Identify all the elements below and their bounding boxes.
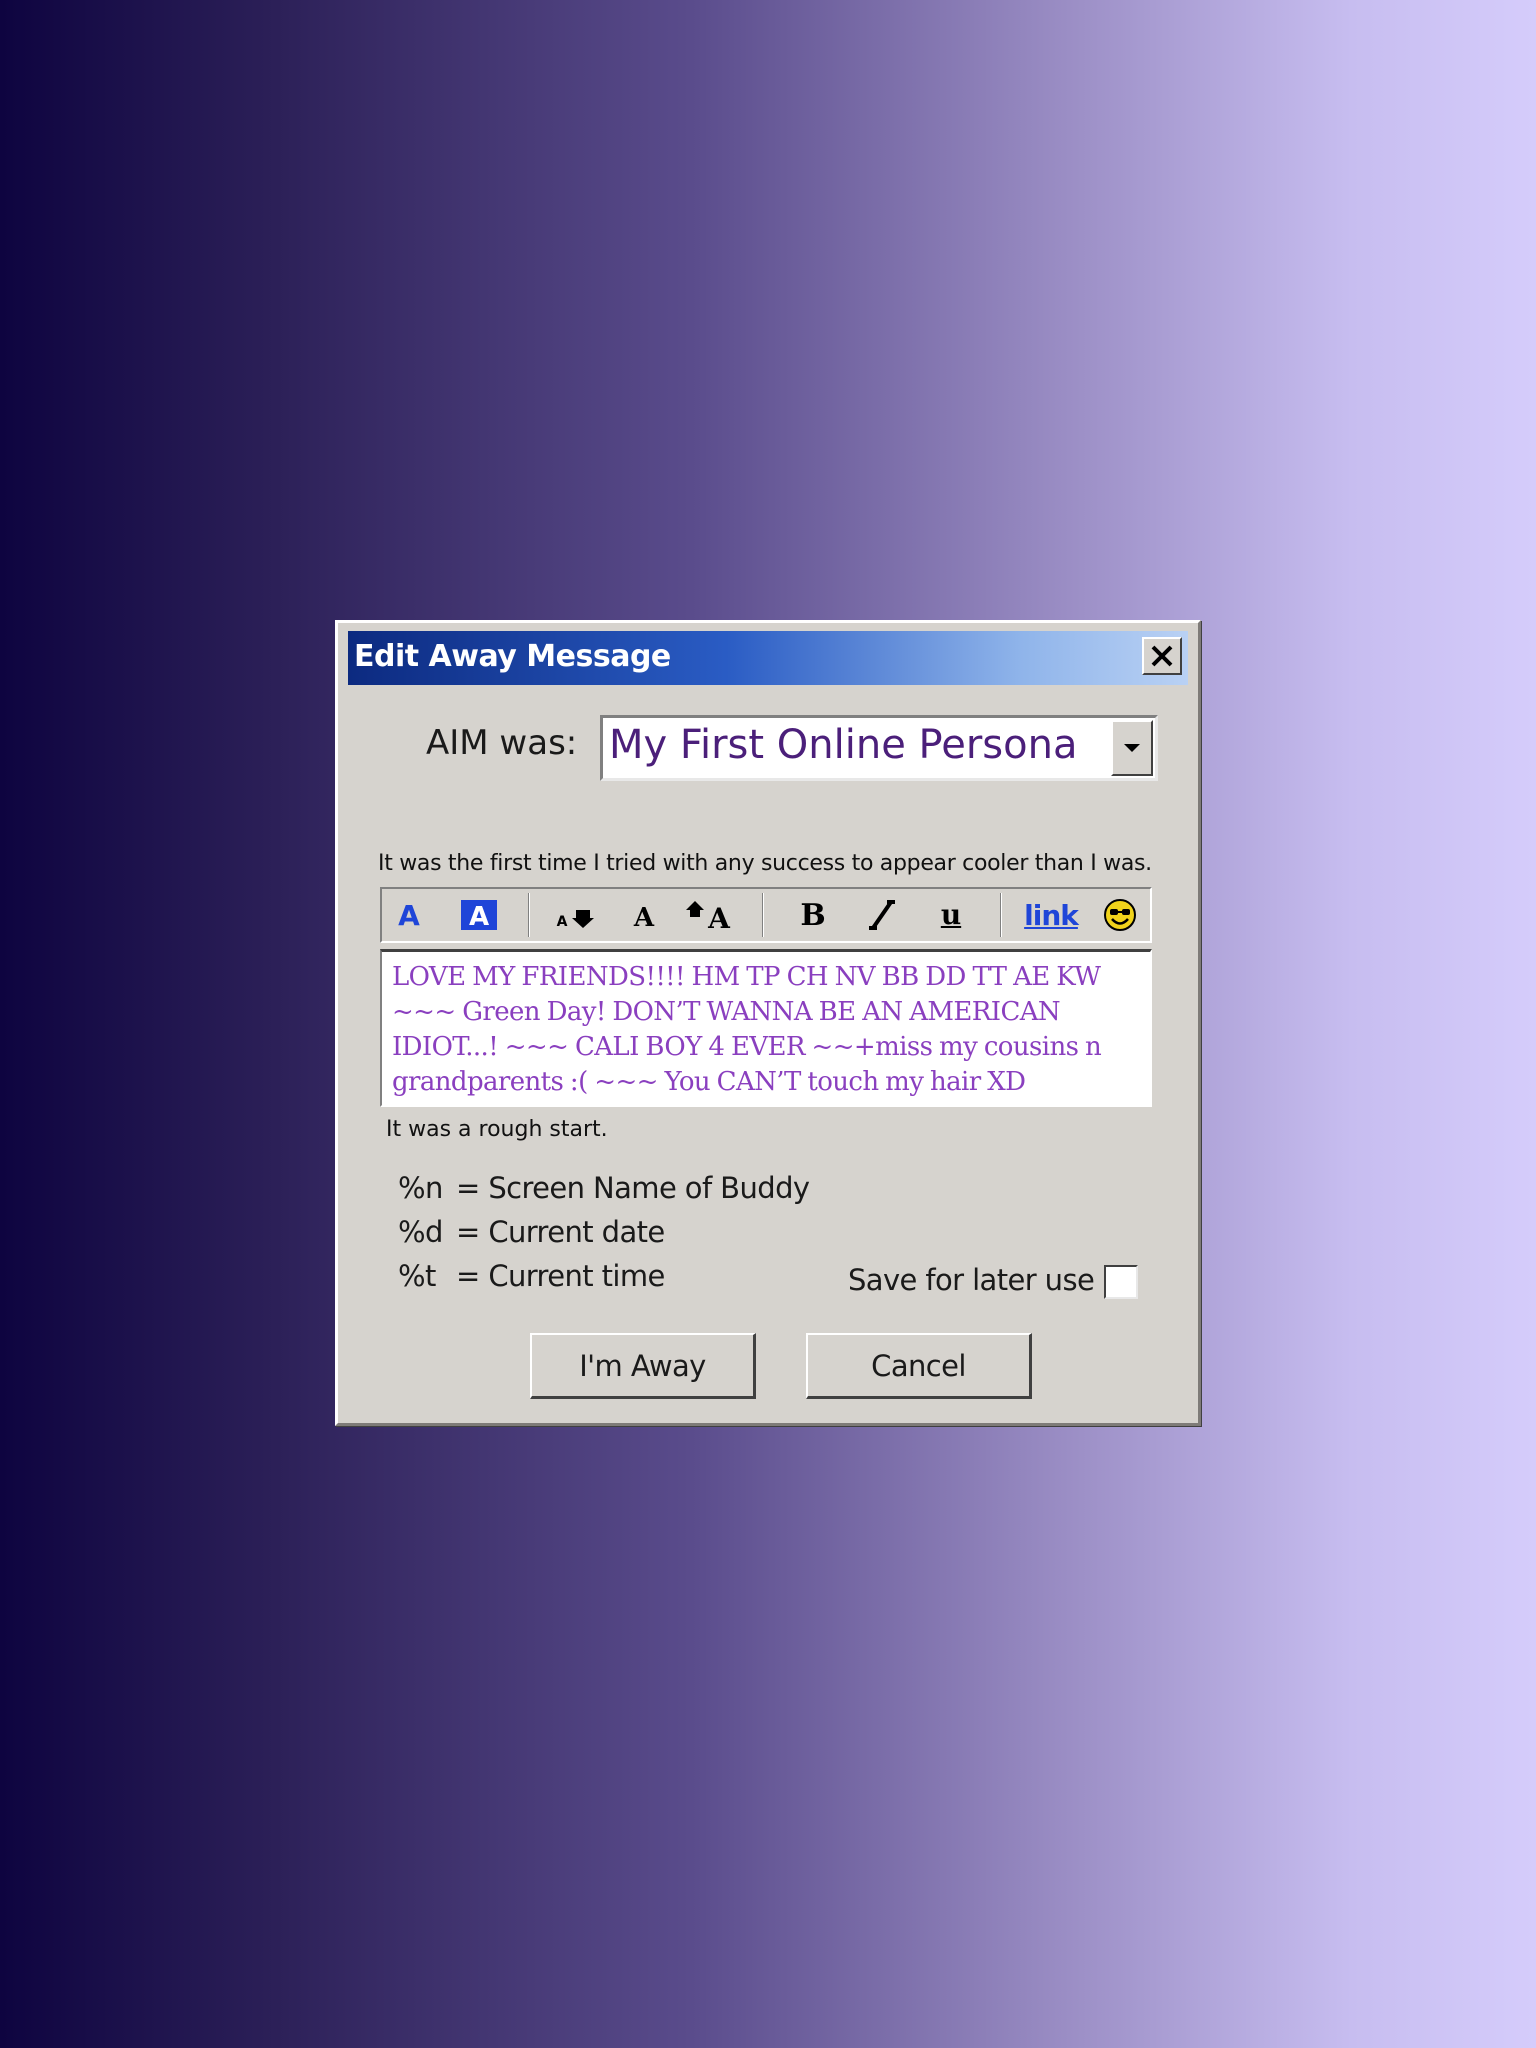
aim-label: AIM was: [426,723,578,763]
font-size-icon: A [633,903,655,930]
save-for-later-label[interactable]: Save for later use [848,1263,1095,1297]
im-away-button[interactable]: I'm Away [530,1333,756,1399]
increase-font-size-icon: A [686,901,731,931]
close-icon [1151,645,1173,667]
decrease-font-size-icon: A [557,910,594,930]
smiley-icon [1104,899,1136,931]
toolbar-separator [1000,893,1002,937]
toolbar-separator [762,893,764,937]
persona-select[interactable]: My First Online Persona [600,715,1158,781]
legend-description: = Screen Name of Buddy [456,1171,810,1205]
svg-text:A: A [398,900,420,930]
format-toolbar: A A A A A B u link [380,887,1152,943]
persona-select-value: My First Online Persona [609,722,1078,768]
top-caption: It was the first time I tried with any s… [378,851,1152,876]
legend-key: %d [398,1215,443,1249]
insert-link-button[interactable]: link [1020,895,1082,935]
legend-item: %n = Screen Name of Buddy [398,1171,810,1205]
legend-description: = Current time [456,1259,665,1293]
window-title: Edit Away Message [354,639,671,674]
italic-icon [869,900,895,930]
edit-away-message-dialog: Edit Away Message AIM was: My First Onli… [335,620,1201,1426]
svg-text:A: A [557,914,568,930]
persona-dropdown-button[interactable] [1111,720,1153,776]
legend-description: = Current date [456,1215,665,1249]
legend-key: %t [398,1259,436,1293]
close-button[interactable] [1142,637,1182,675]
legend-key: %n [398,1171,443,1205]
text-color-button[interactable]: A [392,895,426,935]
normal-font-button[interactable]: A [626,895,662,935]
away-message-input[interactable]: LOVE MY FRIENDS!!!! HM TP CH NV BB DD TT… [380,949,1152,1107]
underline-button[interactable]: u [934,895,968,935]
svg-text:A: A [469,902,489,931]
title-bar[interactable]: Edit Away Message [348,631,1188,685]
text-color-icon: A [398,900,420,930]
bottom-caption: It was a rough start. [386,1117,608,1142]
background-color-icon: A [461,900,497,931]
background-color-button[interactable]: A [458,895,500,935]
chevron-down-icon [1124,744,1140,752]
insert-smiley-button[interactable] [1100,895,1140,935]
increase-font-button[interactable]: A [686,895,736,935]
decrease-font-button[interactable]: A [554,895,600,935]
legend-item: %d = Current date [398,1215,665,1249]
svg-text:A: A [633,903,655,930]
bold-button[interactable]: B [796,895,830,935]
save-for-later-checkbox[interactable] [1104,1265,1138,1299]
link-icon: link [1024,898,1079,932]
legend-item: %t = Current time [398,1259,665,1293]
italic-button[interactable] [862,895,902,935]
toolbar-separator [528,893,530,937]
bold-icon: B [800,897,826,933]
underline-icon: u [940,898,962,931]
svg-text:A: A [707,902,731,931]
cancel-button[interactable]: Cancel [806,1333,1032,1399]
